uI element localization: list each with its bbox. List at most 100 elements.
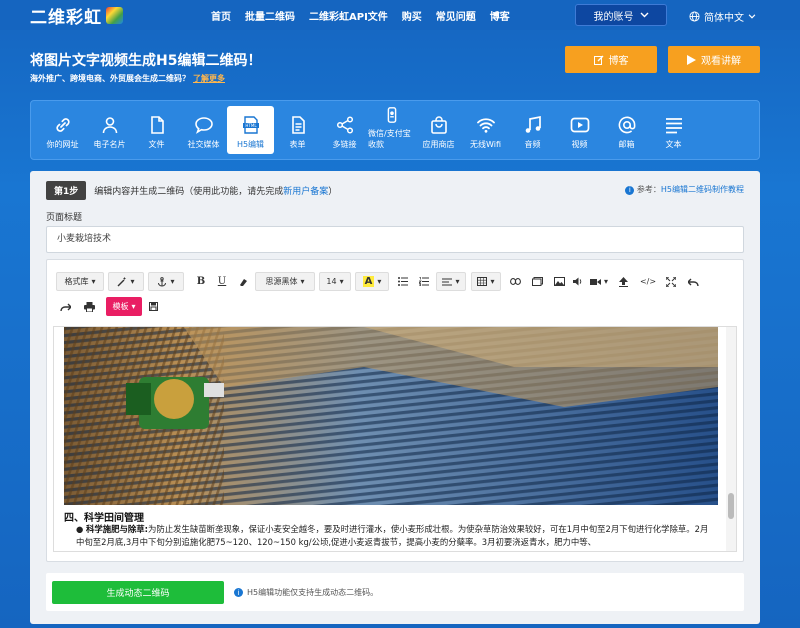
language-selector[interactable]: 简体中文 [689,9,756,24]
blog-button-label: 博客 [608,56,629,67]
table-dropdown[interactable]: ▾ [471,272,501,291]
caret-icon: ▾ [131,302,136,311]
nav-link-api[interactable]: 二维彩虹API文件 [309,8,388,23]
print-button[interactable] [80,297,98,316]
nav-link-faq[interactable]: 常见问题 [436,8,476,23]
logo-icon [106,6,123,24]
code-icon: </> [639,277,657,286]
scrollbar-thumb[interactable] [728,493,734,519]
type-file[interactable]: 文件 [133,106,180,154]
nav-link-batch[interactable]: 批量二维码 [245,8,295,23]
info-icon: i [234,588,243,597]
bold-button[interactable]: B [192,272,210,291]
learn-more-link[interactable]: 了解更多 [193,74,225,83]
blog-button[interactable]: 博客 [565,46,657,73]
underline-button[interactable]: U [213,272,231,291]
at-icon [618,116,635,134]
undo-button[interactable] [684,272,702,291]
video-dropdown[interactable]: ▾ [588,272,610,291]
type-url[interactable]: 你的网址 [39,106,86,154]
redo-button[interactable] [56,297,74,316]
font-family-dropdown[interactable]: 思源黑体 ▾ [255,272,315,291]
play-icon [687,54,696,65]
code-view-button[interactable]: </> [638,272,658,291]
eraser-button[interactable] [234,272,252,291]
save-icon [148,302,158,311]
logo-text: 二维彩虹 [30,7,102,28]
type-label: 音频 [524,140,541,149]
type-label: 表单 [289,140,306,149]
logo[interactable]: 二维彩虹 [30,3,123,28]
person-icon [102,117,117,134]
magic-dropdown[interactable]: ▾ [108,272,144,291]
nav-links: 首页 批量二维码 二维彩虹API文件 购买 常见问题 博客 [211,8,510,23]
step-header: 第1步 编辑内容并生成二维码（使用此功能，请先完成新用户备案） [46,181,337,200]
save-draft-button[interactable] [145,297,161,316]
format-label: 格式库 [64,277,89,286]
volume-icon [573,277,582,286]
type-form[interactable]: 表单 [274,106,321,154]
language-label: 简体中文 [704,13,744,24]
harvest-image [64,327,718,505]
editor-content[interactable]: 四、科学田间管理 ● 科学施肥与除草:为防止发生缺苗断垄现象，保证小麦安全越冬，… [53,326,737,552]
type-label: 你的网址 [46,140,79,149]
numbered-list-button[interactable] [415,272,433,291]
type-label: 邮箱 [618,140,635,149]
font-color-icon: A [362,276,375,287]
align-dropdown[interactable]: ▾ [436,272,466,291]
format-dropdown[interactable]: 格式库 ▾ [56,272,104,291]
type-social[interactable]: 社交媒体 [180,106,227,154]
register-link[interactable]: 新用户备案 [283,187,328,197]
bullet-list-icon [398,277,408,286]
type-audio[interactable]: 音频 [509,106,556,154]
type-vcard[interactable]: 电子名片 [86,106,133,154]
step-close-paren: ） [328,187,338,197]
wifi-icon [476,118,495,133]
audio-button[interactable] [571,272,585,291]
link-button[interactable] [506,272,524,291]
type-label: 社交媒体 [187,140,220,149]
page-title-input[interactable]: 小麦栽培技术 [46,226,744,253]
hero-title: 将图片文字视频生成H5编辑二维码！ [30,53,262,69]
gallery-icon [531,277,543,286]
nav-link-buy[interactable]: 购买 [402,8,422,23]
bullet-list-button[interactable] [394,272,412,291]
font-size-dropdown[interactable]: 14 ▾ [319,272,351,291]
reference-label: 参考： [636,185,661,194]
type-label: 微信/支付宝收款 [368,129,411,149]
step-text: 编辑内容并生成二维码（使用此功能，请先完成新用户备案） [94,184,337,197]
font-color-dropdown[interactable]: A ▾ [355,272,389,291]
paragraph-text: 为防止发生缺苗断垄现象，保证小麦安全越冬，要及时进行灌水，使小麦形成壮根。为使杂… [76,524,709,547]
text-icon [665,118,682,134]
nav-link-home[interactable]: 首页 [211,8,231,23]
music-icon [525,115,541,133]
caret-icon: ▾ [170,277,175,286]
caret-icon: ▾ [603,277,608,286]
image-button[interactable] [550,272,568,291]
editor-scrollbar[interactable] [726,327,736,551]
upload-button[interactable] [614,272,632,291]
account-dropdown[interactable]: 我的账号 [575,4,667,26]
fullscreen-button[interactable] [662,272,680,291]
type-wifi[interactable]: 无线Wifi [462,106,509,154]
nav-link-blog[interactable]: 博客 [490,8,510,23]
type-video[interactable]: 视频 [556,106,603,154]
type-multi-link[interactable]: 多链接 [321,106,368,154]
watch-video-button[interactable]: 观看讲解 [668,46,760,73]
type-app-store[interactable]: 应用商店 [415,106,462,154]
tutorial-link[interactable]: H5编辑二维码制作教程 [661,185,744,194]
caret-icon: ▾ [91,277,96,286]
generate-qr-button[interactable]: 生成动态二维码 [52,581,224,604]
anchor-dropdown[interactable]: ▾ [148,272,184,291]
type-payment[interactable]: 微信/支付宝收款 [368,106,415,154]
magic-wand-icon [117,277,126,286]
globe-icon [689,11,700,22]
type-h5-editor[interactable]: HTML H5编辑 [227,106,274,154]
form-icon [291,116,305,134]
type-email[interactable]: 邮箱 [603,106,650,154]
caret-icon: ▾ [339,277,344,286]
rich-text-editor: 格式库 ▾ ▾ ▾ B U 思源黑体 ▾ 14 ▾ A ▾ ▾ ▾ ▾ </> … [46,259,744,562]
template-dropdown[interactable]: 模板 ▾ [106,297,142,316]
gallery-button[interactable] [528,272,546,291]
type-text[interactable]: 文本 [650,106,697,154]
